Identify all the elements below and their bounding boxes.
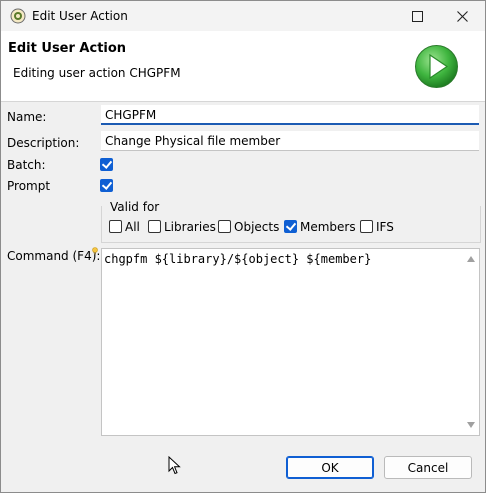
name-label: Name: xyxy=(7,110,47,124)
command-label: Command (F4): xyxy=(7,249,101,263)
window-title: Edit User Action xyxy=(32,9,128,23)
valid-for-members-label: Members xyxy=(300,220,356,234)
dialog-window: Edit User Action Edit User Action Editin… xyxy=(0,0,486,493)
close-button[interactable] xyxy=(440,1,484,31)
title-bar[interactable]: Edit User Action xyxy=(1,1,485,31)
ok-button[interactable]: OK xyxy=(286,456,374,479)
command-text: chgpfm ${library}/${object} ${member} xyxy=(104,252,372,266)
valid-for-members-checkbox[interactable] xyxy=(284,220,297,233)
valid-for-objects-checkbox[interactable] xyxy=(218,220,231,233)
batch-checkbox[interactable] xyxy=(100,158,113,171)
batch-label: Batch: xyxy=(7,158,46,172)
dialog-header: Edit User Action Editing user action CHG… xyxy=(1,31,485,102)
valid-for-libraries-checkbox[interactable] xyxy=(148,220,161,233)
name-field[interactable]: CHGPFM xyxy=(101,105,479,125)
valid-for-ifs-label: IFS xyxy=(376,220,394,234)
valid-for-all-checkbox[interactable] xyxy=(109,220,122,233)
maximize-icon xyxy=(411,10,423,22)
scroll-down-arrow-icon[interactable] xyxy=(467,422,475,428)
maximize-button[interactable] xyxy=(395,1,439,31)
valid-for-ifs-checkbox[interactable] xyxy=(360,220,373,233)
valid-for-title: Valid for xyxy=(109,200,161,214)
valid-for-objects-label: Objects xyxy=(234,220,280,234)
prompt-label: Prompt xyxy=(7,179,51,193)
eclipse-icon xyxy=(10,8,26,24)
valid-for-all-label: All xyxy=(125,220,140,234)
prompt-checkbox[interactable] xyxy=(100,179,113,192)
play-icon xyxy=(415,45,458,88)
scroll-up-arrow-icon[interactable] xyxy=(467,256,475,262)
command-textarea[interactable]: chgpfm ${library}/${object} ${member} xyxy=(101,248,480,436)
close-icon xyxy=(456,10,468,22)
mouse-pointer-icon xyxy=(168,456,181,475)
content-assist-lightbulb-icon xyxy=(92,247,98,255)
description-field[interactable]: Change Physical file member xyxy=(101,131,479,151)
valid-for-libraries-label: Libraries xyxy=(164,220,216,234)
cancel-button[interactable]: Cancel xyxy=(384,456,472,479)
header-title: Edit User Action xyxy=(8,41,127,56)
command-scrollbar[interactable] xyxy=(464,249,479,435)
header-subtitle: Editing user action CHGPFM xyxy=(13,66,181,80)
description-label: Description: xyxy=(7,136,80,150)
